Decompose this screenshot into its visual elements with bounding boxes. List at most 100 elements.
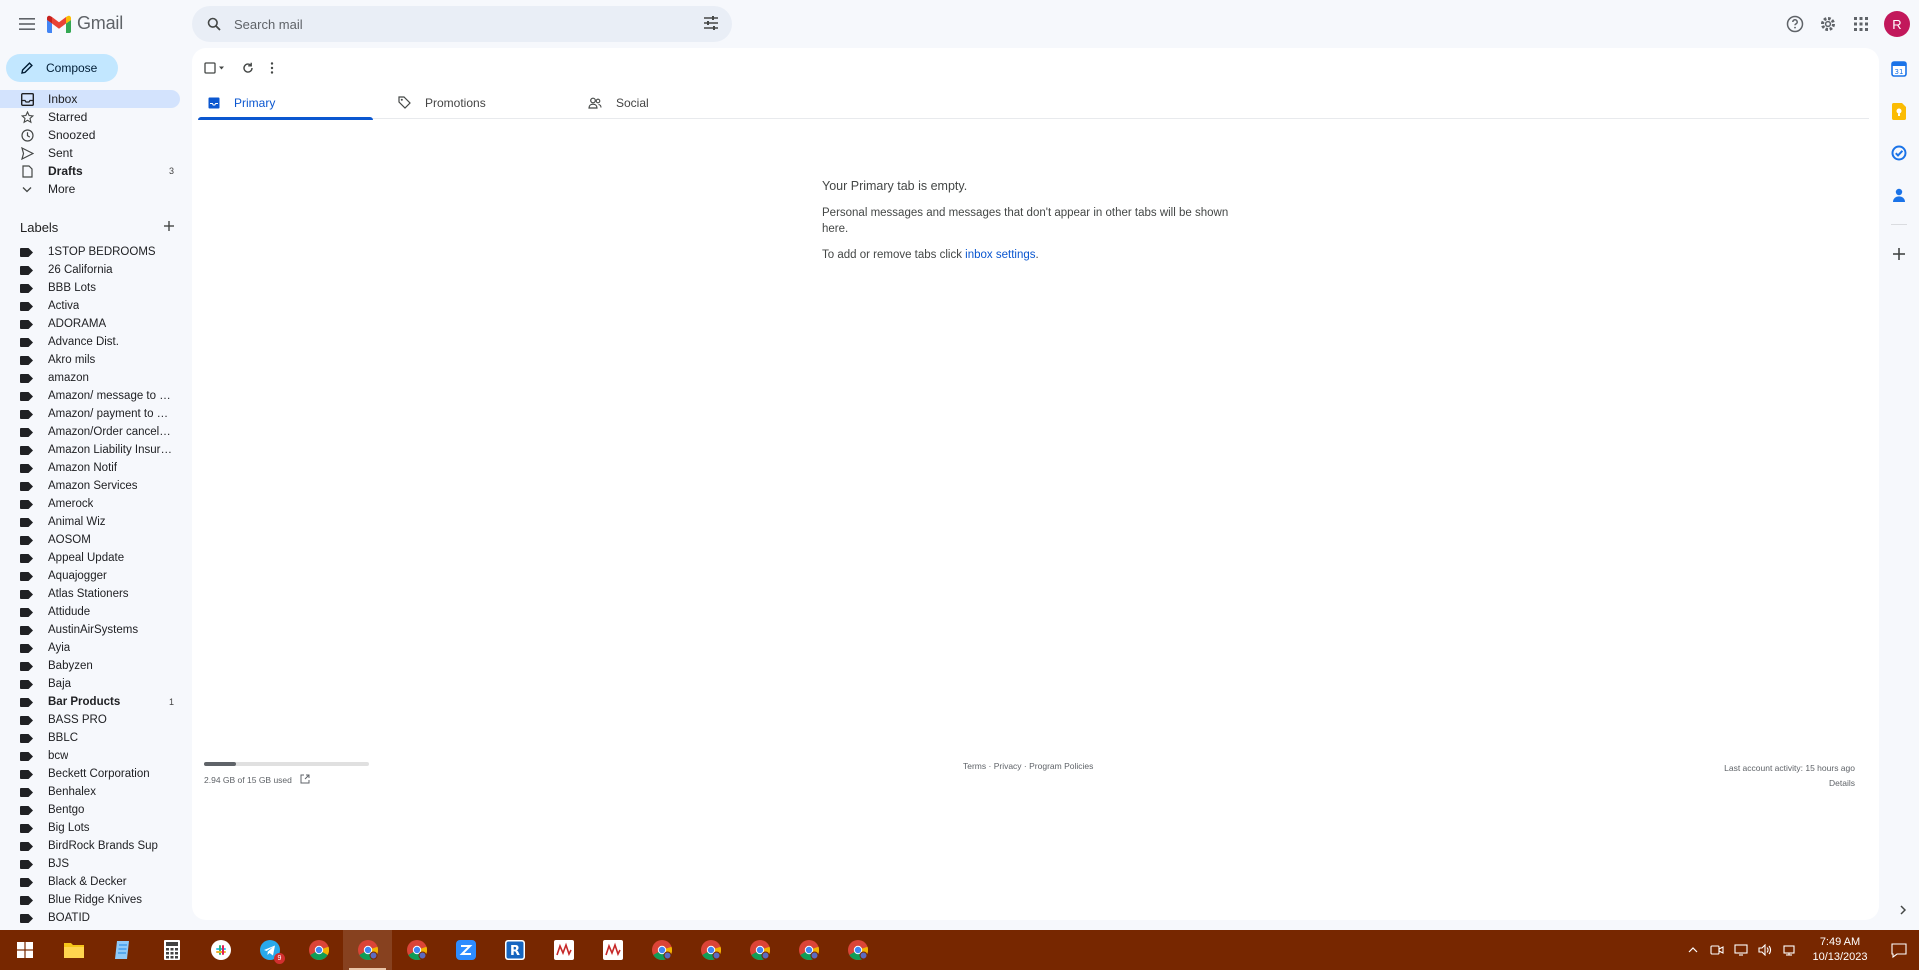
sidebar-item-sent[interactable]: Sent bbox=[0, 144, 180, 162]
compose-button[interactable]: Compose bbox=[6, 54, 118, 82]
meet-now-button[interactable] bbox=[1705, 930, 1729, 970]
label-item[interactable]: 26 California bbox=[0, 261, 180, 279]
gmail-logo[interactable]: Gmail bbox=[47, 13, 123, 34]
sidebar-item-drafts[interactable]: Drafts 3 bbox=[0, 162, 180, 180]
taskbar-app-chrome-profile[interactable] bbox=[735, 930, 784, 970]
label-item[interactable]: Beckett Corporation bbox=[0, 765, 180, 783]
tab-social[interactable]: Social bbox=[578, 86, 753, 119]
taskbar-app-chrome-profile[interactable] bbox=[637, 930, 686, 970]
label-item[interactable]: 1STOP BEDROOMS bbox=[0, 243, 180, 261]
sidebar-item-snoozed[interactable]: Snoozed bbox=[0, 126, 180, 144]
support-button[interactable] bbox=[1781, 10, 1809, 38]
account-avatar[interactable]: R bbox=[1884, 11, 1910, 37]
taskbar-app-slack[interactable] bbox=[196, 930, 245, 970]
select-all-checkbox[interactable] bbox=[204, 58, 226, 78]
label-item[interactable]: ADORAMA bbox=[0, 315, 180, 333]
label-item[interactable]: BASS PRO bbox=[0, 711, 180, 729]
label-item[interactable]: Ayia bbox=[0, 639, 180, 657]
contacts-button[interactable] bbox=[1887, 183, 1911, 207]
label-item[interactable]: BBLC bbox=[0, 729, 180, 747]
label-item[interactable]: Amazon/ message to b... bbox=[0, 387, 180, 405]
label-item[interactable]: Amerock bbox=[0, 495, 180, 513]
network-button[interactable] bbox=[1777, 930, 1801, 970]
taskbar-app-notepad[interactable] bbox=[98, 930, 147, 970]
label-item[interactable]: BOATID bbox=[0, 909, 180, 927]
label-item[interactable]: Animal Wiz bbox=[0, 513, 180, 531]
label-item[interactable]: Benhalex bbox=[0, 783, 180, 801]
footer-links[interactable]: Terms · Privacy · Program Policies bbox=[963, 761, 1093, 771]
tab-social-label: Social bbox=[616, 95, 649, 110]
search-options-button[interactable] bbox=[702, 14, 720, 37]
settings-button[interactable] bbox=[1814, 10, 1842, 38]
display-button[interactable] bbox=[1729, 930, 1753, 970]
google-apps-button[interactable] bbox=[1847, 10, 1875, 38]
label-item[interactable]: AustinAirSystems bbox=[0, 621, 180, 639]
more-actions-button[interactable] bbox=[270, 58, 274, 78]
show-hidden-icons-button[interactable] bbox=[1681, 930, 1705, 970]
main-menu-button[interactable] bbox=[12, 12, 42, 36]
taskbar-app-file-explorer[interactable] bbox=[49, 930, 98, 970]
label-item[interactable]: Attidude bbox=[0, 603, 180, 621]
taskbar-clock[interactable]: 7:49 AM 10/13/2023 bbox=[1801, 935, 1879, 965]
taskbar-app-chrome[interactable] bbox=[294, 930, 343, 970]
tab-primary[interactable]: Primary bbox=[198, 86, 373, 120]
label-item[interactable]: Atlas Stationers bbox=[0, 585, 180, 603]
label-item[interactable]: AOSOM bbox=[0, 531, 180, 549]
notifications-button[interactable] bbox=[1879, 930, 1919, 970]
label-item[interactable]: Advance Dist. bbox=[0, 333, 180, 351]
label-item[interactable]: Black & Decker bbox=[0, 873, 180, 891]
label-item[interactable]: bcw bbox=[0, 747, 180, 765]
label-item[interactable]: Activa bbox=[0, 297, 180, 315]
label-item[interactable]: Blue Ridge Knives bbox=[0, 891, 180, 909]
sidebar-item-starred[interactable]: Starred bbox=[0, 108, 180, 126]
taskbar-app-chrome-profile[interactable] bbox=[784, 930, 833, 970]
taskbar-app-chart-app[interactable] bbox=[539, 930, 588, 970]
label-item[interactable]: Amazon/ payment to cli... bbox=[0, 405, 180, 423]
taskbar-app-chart-app[interactable] bbox=[588, 930, 637, 970]
taskbar-app-zoom[interactable] bbox=[441, 930, 490, 970]
label-item[interactable]: Amazon Liability Insura... bbox=[0, 441, 180, 459]
label-item[interactable]: Akro mils bbox=[0, 351, 180, 369]
label-name: AustinAirSystems bbox=[48, 624, 139, 636]
sidebar-item-label: Snoozed bbox=[48, 128, 96, 142]
taskbar-app-calculator[interactable] bbox=[147, 930, 196, 970]
taskbar-app-chrome-profile[interactable] bbox=[392, 930, 441, 970]
taskbar-app-chrome-profile[interactable] bbox=[686, 930, 735, 970]
show-side-panel-button[interactable] bbox=[1899, 902, 1907, 920]
taskbar-app-chrome-profile[interactable] bbox=[343, 930, 392, 970]
label-item[interactable]: BirdRock Brands Sup bbox=[0, 837, 180, 855]
taskbar-app-telegram[interactable]: 9 bbox=[245, 930, 294, 970]
label-item[interactable]: Aquajogger bbox=[0, 567, 180, 585]
label-item[interactable]: Amazon Services bbox=[0, 477, 180, 495]
details-link[interactable]: Details bbox=[1724, 776, 1855, 791]
label-item[interactable]: BJS bbox=[0, 855, 180, 873]
search-bar[interactable] bbox=[192, 6, 732, 42]
label-item[interactable]: Amazon Notif bbox=[0, 459, 180, 477]
sidebar-item-inbox[interactable]: Inbox bbox=[0, 90, 180, 108]
label-item[interactable]: BBB Lots bbox=[0, 279, 180, 297]
get-addons-button[interactable] bbox=[1887, 242, 1911, 266]
label-item[interactable]: Babyzen bbox=[0, 657, 180, 675]
taskbar-app-chrome-profile[interactable] bbox=[833, 930, 882, 970]
sidebar-item-more[interactable]: More bbox=[0, 180, 180, 198]
label-item[interactable]: amazon bbox=[0, 369, 180, 387]
label-item[interactable]: Big Lots bbox=[0, 819, 180, 837]
label-item[interactable]: Bar Products 1 bbox=[0, 693, 180, 711]
refresh-button[interactable] bbox=[242, 58, 254, 78]
taskbar-app-r-app[interactable]: R bbox=[490, 930, 539, 970]
calendar-button[interactable]: 31 bbox=[1887, 57, 1911, 81]
inbox-settings-link[interactable]: inbox settings bbox=[965, 249, 1035, 261]
taskbar-app-windows-start[interactable] bbox=[0, 930, 49, 970]
tab-promotions[interactable]: Promotions bbox=[388, 86, 563, 119]
manage-storage-button[interactable] bbox=[300, 774, 310, 786]
search-button[interactable] bbox=[202, 12, 226, 36]
label-item[interactable]: Bentgo bbox=[0, 801, 180, 819]
create-label-button[interactable] bbox=[163, 220, 175, 235]
label-item[interactable]: Appeal Update bbox=[0, 549, 180, 567]
keep-button[interactable] bbox=[1887, 99, 1911, 123]
label-item[interactable]: Amazon/Order cancella... bbox=[0, 423, 180, 441]
volume-button[interactable] bbox=[1753, 930, 1777, 970]
tasks-button[interactable] bbox=[1887, 141, 1911, 165]
search-input[interactable] bbox=[234, 16, 674, 32]
label-item[interactable]: Baja bbox=[0, 675, 180, 693]
